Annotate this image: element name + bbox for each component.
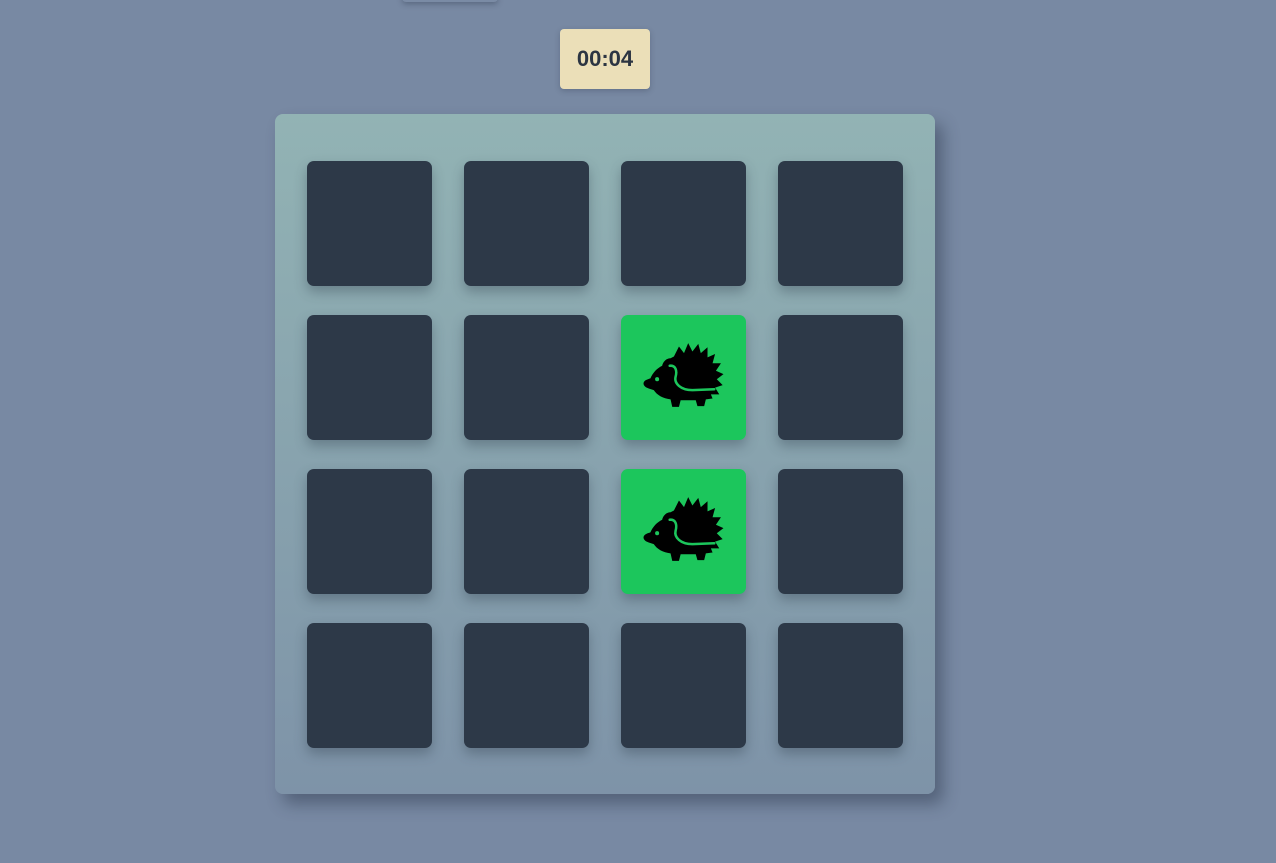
game-timer: 00:04	[560, 29, 650, 89]
memory-card-r4-c4[interactable]	[778, 623, 903, 748]
memory-card-r2-c4[interactable]	[778, 315, 903, 440]
memory-card-r4-c3[interactable]	[621, 623, 746, 748]
memory-card-r2-c3[interactable]	[621, 315, 746, 440]
memory-card-r3-c4[interactable]	[778, 469, 903, 594]
game-board	[275, 114, 935, 794]
partial-top-element	[402, 0, 498, 2]
memory-card-r4-c2[interactable]	[464, 623, 589, 748]
memory-card-r2-c1[interactable]	[307, 315, 432, 440]
memory-card-r1-c2[interactable]	[464, 161, 589, 286]
memory-card-r1-c4[interactable]	[778, 161, 903, 286]
hedgehog-icon	[642, 339, 726, 416]
memory-card-r3-c2[interactable]	[464, 469, 589, 594]
memory-card-r3-c1[interactable]	[307, 469, 432, 594]
memory-card-r4-c1[interactable]	[307, 623, 432, 748]
memory-card-r1-c3[interactable]	[621, 161, 746, 286]
memory-card-r3-c3[interactable]	[621, 469, 746, 594]
memory-card-r2-c2[interactable]	[464, 315, 589, 440]
hedgehog-icon	[642, 493, 726, 570]
memory-card-r1-c1[interactable]	[307, 161, 432, 286]
